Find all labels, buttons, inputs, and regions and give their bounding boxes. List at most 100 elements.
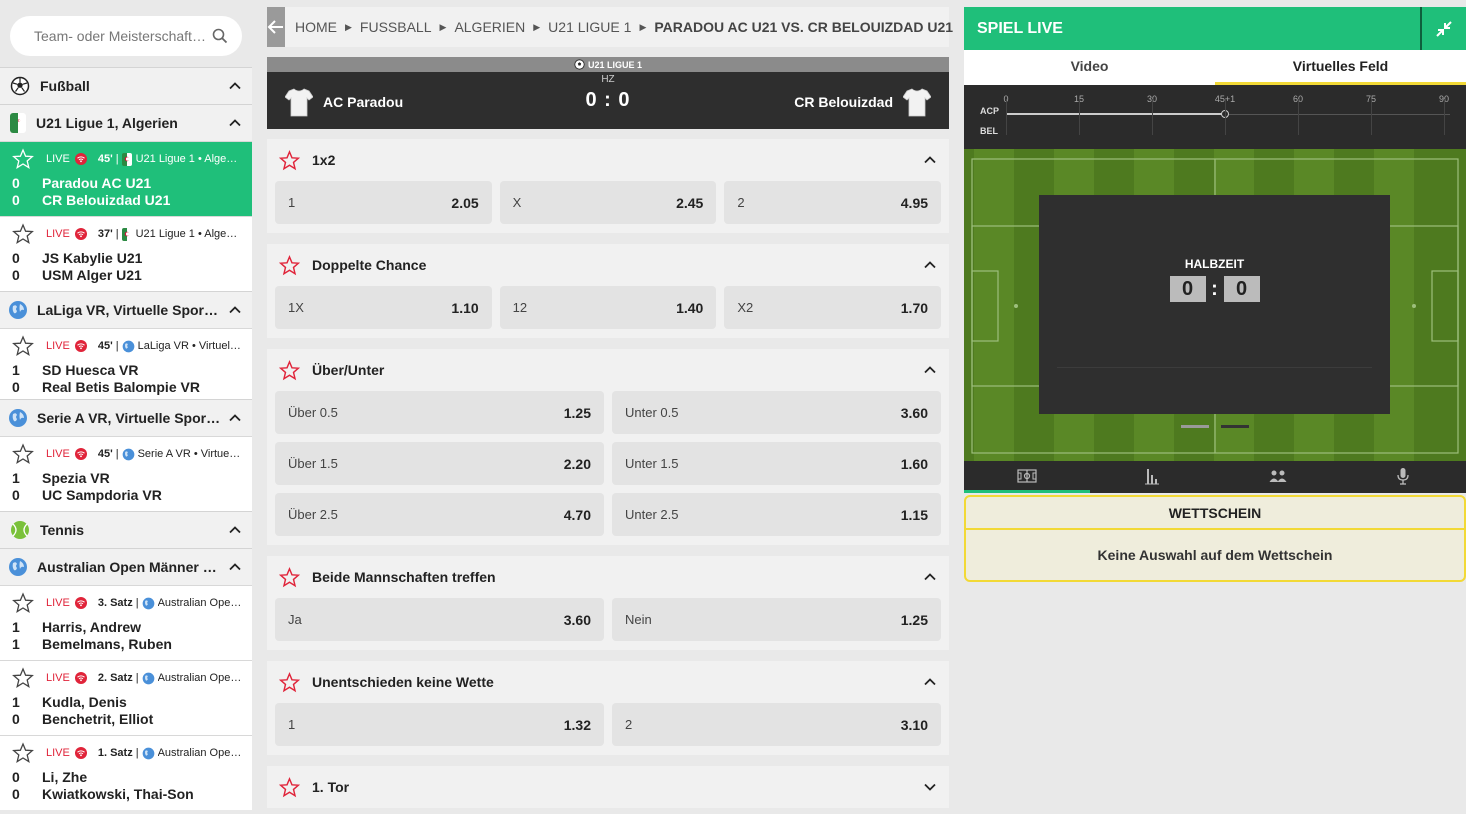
chevron-up-icon[interactable] xyxy=(228,303,242,317)
odds-button[interactable]: Über 0.5 1.25 xyxy=(275,391,604,434)
odds-button[interactable]: 2 3.10 xyxy=(612,703,941,746)
chevron-up-icon[interactable] xyxy=(228,411,242,425)
odds-button[interactable]: X2 1.70 xyxy=(724,286,942,329)
odds-button[interactable]: 1X 1.10 xyxy=(275,286,492,329)
match-set: 1. Satz xyxy=(97,747,133,759)
home-team: SD Huesca VR xyxy=(42,362,139,378)
favorite-star-icon[interactable] xyxy=(12,223,34,245)
odds-label: X xyxy=(512,195,522,210)
match-set: 3. Satz xyxy=(97,597,133,609)
category-u21-ligue1[interactable]: U21 Ligue 1, Algerien xyxy=(0,104,252,141)
chevron-up-icon[interactable] xyxy=(228,79,242,93)
favorite-star-icon[interactable] xyxy=(279,254,300,276)
odds-button[interactable]: Nein 1.25 xyxy=(612,598,941,641)
chevron-up-icon[interactable] xyxy=(923,363,937,377)
chevron-up-icon[interactable] xyxy=(228,560,242,574)
odds-value: 1.10 xyxy=(451,299,479,316)
carousel-dot[interactable] xyxy=(1181,425,1209,428)
away-score: 0 xyxy=(12,192,20,208)
favorite-star-icon[interactable] xyxy=(12,335,34,357)
match-item-spezia[interactable]: LIVE 45' | Serie A VR • Virtue… 1 Spezia … xyxy=(0,436,252,511)
separator: | xyxy=(115,340,119,352)
favorite-star-icon[interactable] xyxy=(279,776,300,798)
category-tennis[interactable]: Tennis xyxy=(0,511,252,548)
market-header[interactable]: 1. Tor xyxy=(267,766,949,808)
odds-button[interactable]: 1 2.05 xyxy=(275,181,492,224)
breadcrumb-soccer[interactable]: FUSSBALL xyxy=(360,19,432,35)
breadcrumb-algeria[interactable]: ALGERIEN xyxy=(454,19,525,35)
favorite-star-icon[interactable] xyxy=(279,149,300,171)
favorite-star-icon[interactable] xyxy=(12,742,34,764)
odds-button[interactable]: Ja 3.60 xyxy=(275,598,604,641)
betslip-title[interactable]: WETTSCHEIN xyxy=(966,497,1464,530)
match-item-huesca[interactable]: LIVE 45' | LaLiga VR • Virtuel… 1 SD Hues… xyxy=(0,328,252,399)
chevron-down-icon[interactable] xyxy=(923,780,937,794)
favorite-star-icon[interactable] xyxy=(12,443,34,465)
search-box[interactable] xyxy=(10,16,242,56)
stats-view-button[interactable] xyxy=(1090,461,1216,493)
odds-button[interactable]: 2 4.95 xyxy=(724,181,942,224)
breadcrumb-league[interactable]: U21 LIGUE 1 xyxy=(548,19,631,35)
search-icon[interactable] xyxy=(212,28,228,44)
chevron-up-icon[interactable] xyxy=(228,116,242,130)
away-team: CR Belouizdad U21 xyxy=(42,192,171,208)
favorite-star-icon[interactable] xyxy=(12,148,34,170)
match-item-kudla[interactable]: LIVE 2. Satz | Australian Ope… 1 Kudla, D… xyxy=(0,660,252,735)
carousel-indicators xyxy=(964,425,1466,428)
odds-value: 1.60 xyxy=(900,455,928,472)
market-3: Beide Mannschaften treffen Ja 3.60 Nein 1.25 xyxy=(267,556,949,650)
chevron-up-icon[interactable] xyxy=(923,675,937,689)
breadcrumb-separator-icon: ▶ xyxy=(533,21,541,32)
odds-button[interactable]: Über 1.5 2.20 xyxy=(275,442,604,485)
category-seriea-vr[interactable]: Serie A VR, Virtuelle Sport-… xyxy=(0,399,252,436)
home-score: 0 xyxy=(12,250,20,266)
carousel-dot-active[interactable] xyxy=(1221,425,1249,428)
market-header[interactable]: 1x2 xyxy=(267,139,949,181)
collapse-button[interactable] xyxy=(1420,7,1466,50)
favorite-star-icon[interactable] xyxy=(279,671,300,693)
breadcrumb-home[interactable]: HOME xyxy=(295,19,337,35)
live-label: LIVE xyxy=(46,153,70,165)
globe-icon xyxy=(142,747,154,759)
match-item-paradou[interactable]: LIVE 45' | U21 Ligue 1 • Alge… 0 Paradou … xyxy=(0,141,252,216)
back-button[interactable] xyxy=(267,7,285,47)
category-label: U21 Ligue 1, Algerien xyxy=(36,115,178,131)
odds-button[interactable]: 12 1.40 xyxy=(499,286,717,329)
match-item-kabylie[interactable]: LIVE 37' | U21 Ligue 1 • Alge… 0 JS Kabyl… xyxy=(0,216,252,291)
pitch-view-button[interactable] xyxy=(964,461,1090,493)
market-header[interactable]: Über/Unter xyxy=(267,349,949,391)
lineup-view-button[interactable] xyxy=(1215,461,1341,493)
globe-icon xyxy=(122,448,134,460)
odds-button[interactable]: 1 1.32 xyxy=(275,703,604,746)
category-soccer[interactable]: Fußball xyxy=(0,67,252,104)
odds-button[interactable]: X 2.45 xyxy=(499,181,717,224)
tab-virtual-field[interactable]: Virtuelles Feld xyxy=(1215,50,1466,85)
chevron-up-icon[interactable] xyxy=(228,523,242,537)
odds-button[interactable]: Unter 1.5 1.60 xyxy=(612,442,941,485)
live-label: LIVE xyxy=(46,672,70,684)
timeline-gridline xyxy=(1371,99,1372,135)
category-australian-open[interactable]: Australian Open Männer Ein… xyxy=(0,548,252,585)
market-1: Doppelte Chance 1X 1.10 12 1.40 X2 1.70 xyxy=(267,244,949,338)
odds-button[interactable]: Über 2.5 4.70 xyxy=(275,493,604,536)
match-item-li[interactable]: LIVE 1. Satz | Australian Ope… 0 Li, Zhe … xyxy=(0,735,252,810)
favorite-star-icon[interactable] xyxy=(12,667,34,689)
market-header[interactable]: Doppelte Chance xyxy=(267,244,949,286)
favorite-star-icon[interactable] xyxy=(279,566,300,588)
market-header[interactable]: Beide Mannschaften treffen xyxy=(267,556,949,598)
commentary-view-button[interactable] xyxy=(1341,461,1466,493)
betslip: WETTSCHEIN Keine Auswahl auf dem Wettsch… xyxy=(964,495,1466,582)
chevron-up-icon[interactable] xyxy=(923,153,937,167)
score-separator: : xyxy=(1211,277,1218,300)
category-laliga-vr[interactable]: LaLiga VR, Virtuelle Sport-L… xyxy=(0,291,252,328)
chevron-up-icon[interactable] xyxy=(923,258,937,272)
market-header[interactable]: Unentschieden keine Wette xyxy=(267,661,949,703)
chevron-up-icon[interactable] xyxy=(923,570,937,584)
favorite-star-icon[interactable] xyxy=(279,359,300,381)
match-item-harris[interactable]: LIVE 3. Satz | Australian Ope… 1 Harris, … xyxy=(0,585,252,660)
search-input[interactable] xyxy=(34,28,212,44)
favorite-star-icon[interactable] xyxy=(12,592,34,614)
odds-button[interactable]: Unter 2.5 1.15 xyxy=(612,493,941,536)
odds-button[interactable]: Unter 0.5 3.60 xyxy=(612,391,941,434)
tab-video[interactable]: Video xyxy=(964,50,1215,85)
